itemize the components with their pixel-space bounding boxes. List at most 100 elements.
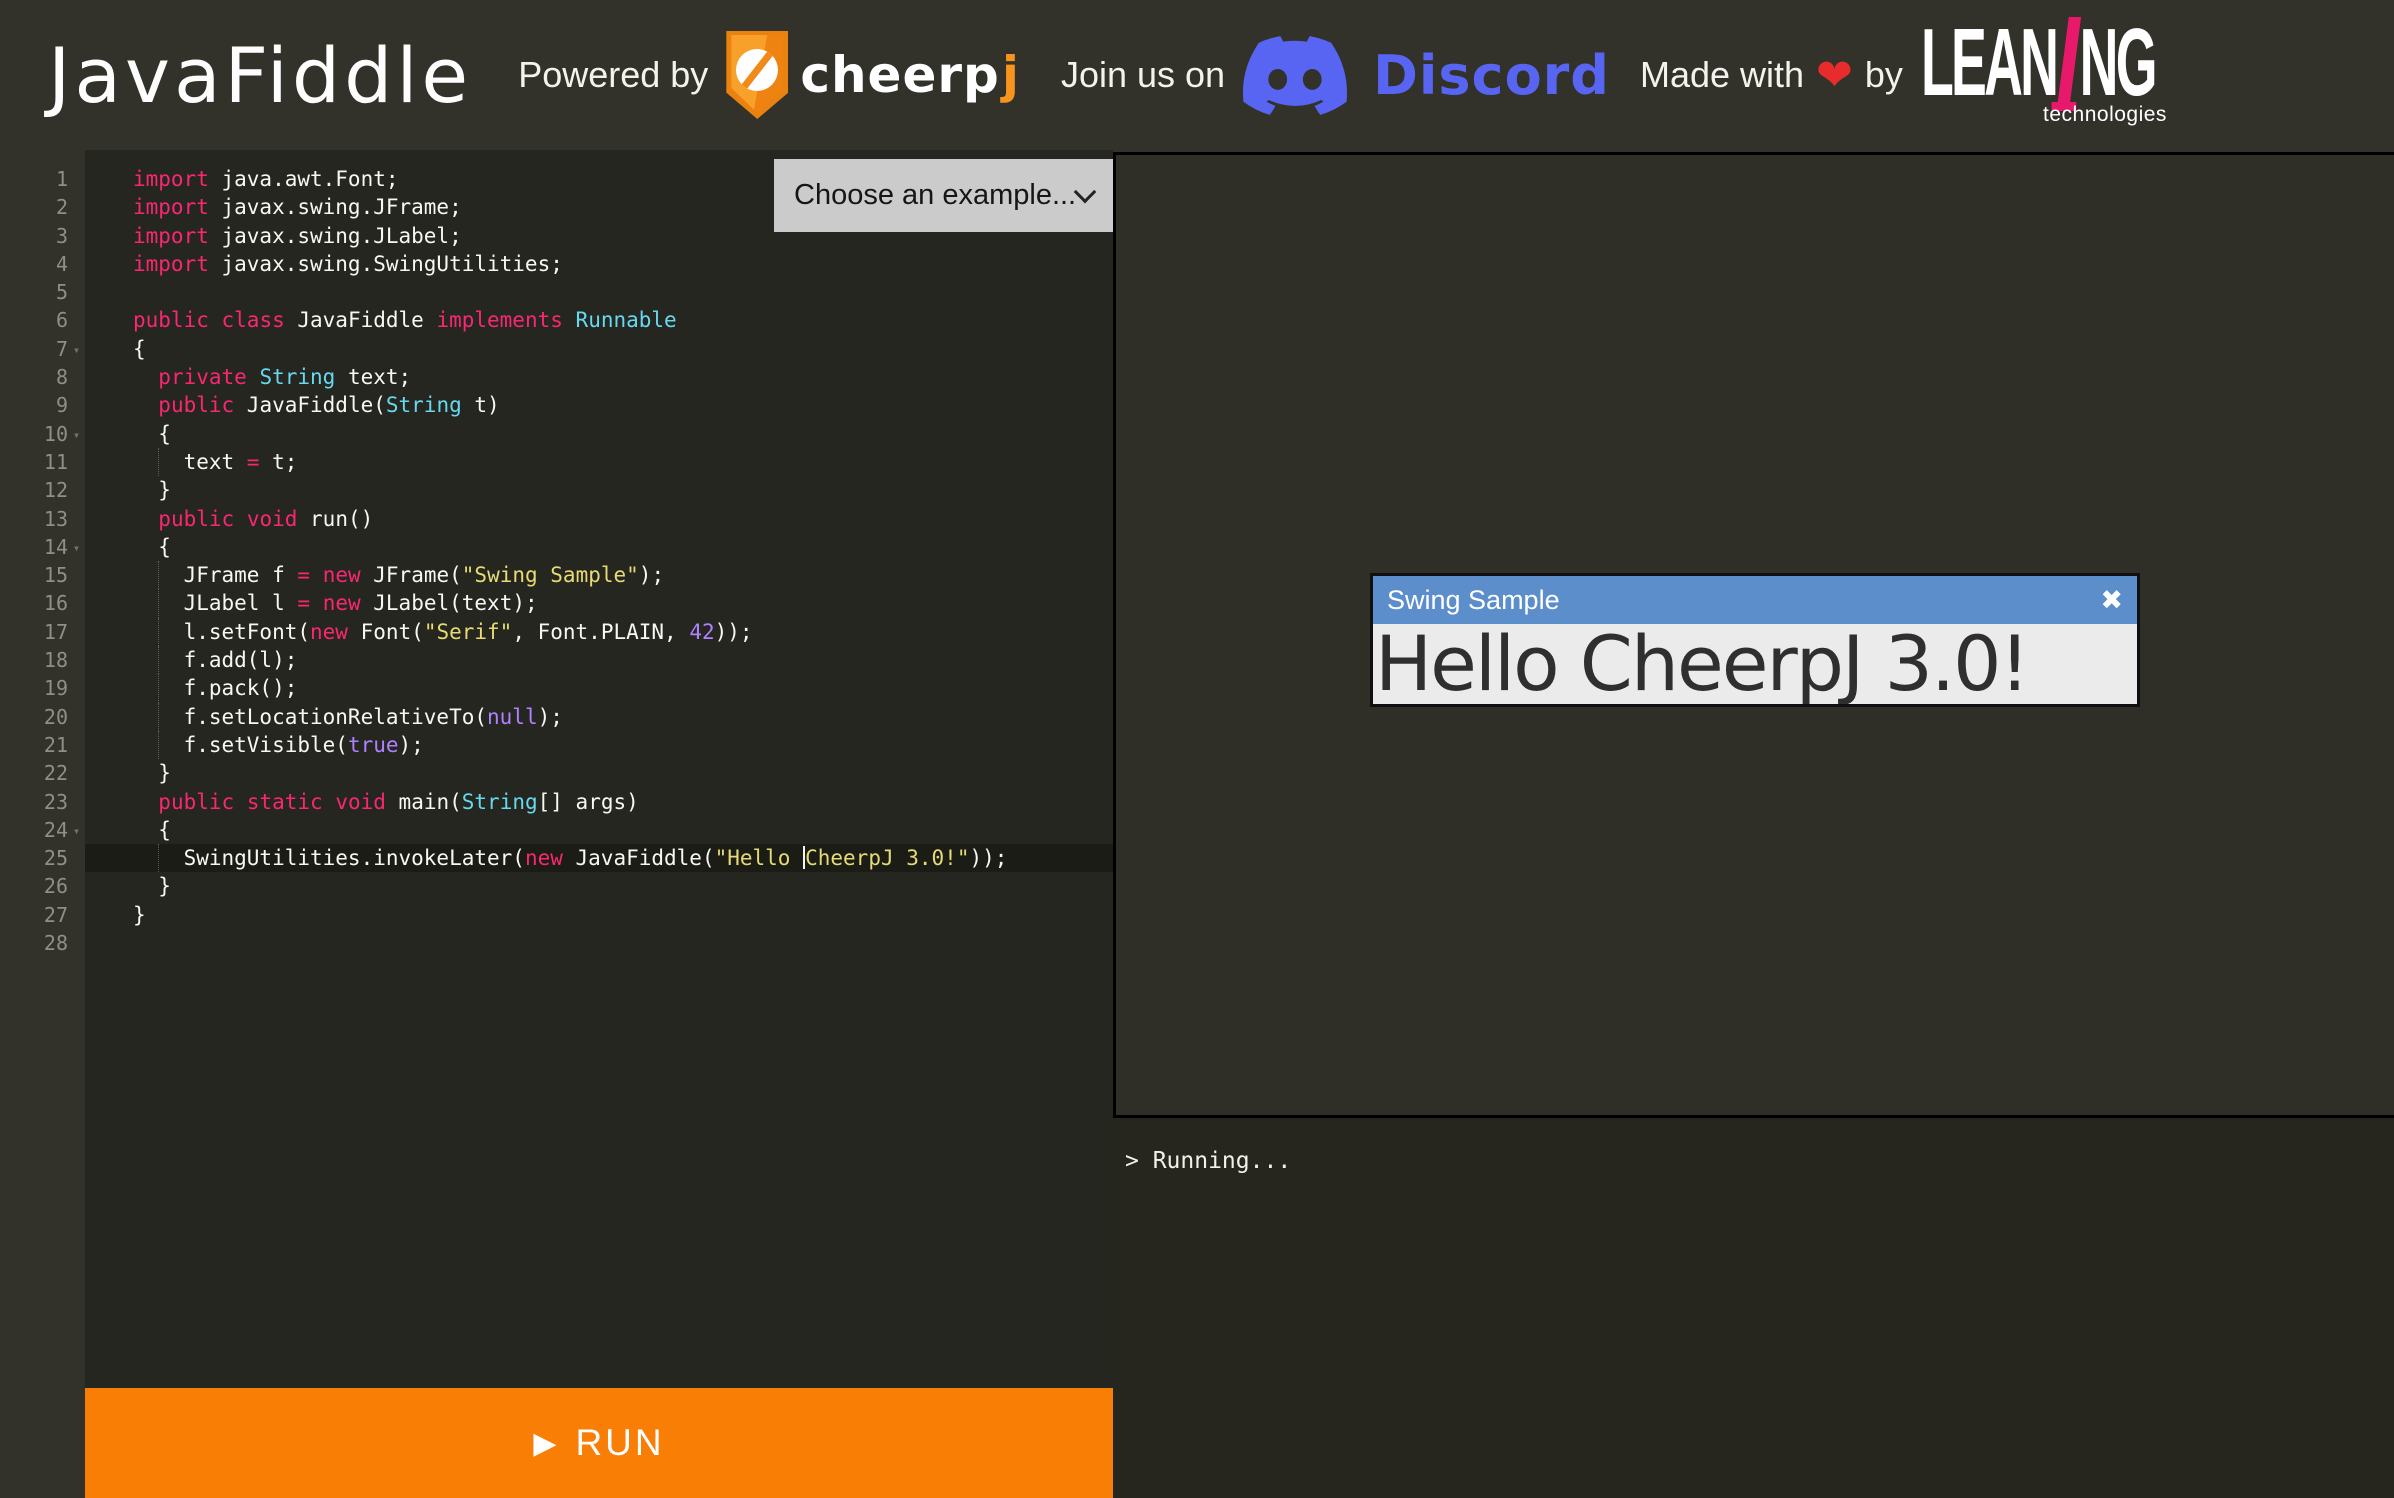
line-number: 8: [0, 363, 68, 391]
leaning-wordmark: LEANNG: [1921, 15, 2155, 111]
line-number: 3: [0, 222, 68, 250]
code-line[interactable]: }: [85, 901, 1113, 929]
leaning-technologies-logo[interactable]: LEANNG technologies: [1921, 27, 2167, 123]
fold-spacer: [68, 165, 85, 193]
fold-arrow-icon[interactable]: ▾: [68, 816, 85, 844]
code-line[interactable]: f.pack();: [85, 674, 1113, 702]
fold-spacer: [68, 193, 85, 221]
line-number: 17: [0, 618, 68, 646]
code-line[interactable]: [85, 278, 1113, 306]
fold-spacer: [68, 872, 85, 900]
run-label: RUN: [575, 1422, 664, 1464]
gutter-row: 6: [0, 306, 85, 334]
code-line[interactable]: f.add(l);: [85, 646, 1113, 674]
code-line[interactable]: JFrame f = new JFrame("Swing Sample");: [85, 561, 1113, 589]
line-number: 12: [0, 476, 68, 504]
run-button[interactable]: ▶ RUN: [85, 1388, 1113, 1498]
code-line[interactable]: }: [85, 872, 1113, 900]
code-line[interactable]: public class JavaFiddle implements Runna…: [85, 306, 1113, 334]
cheerpj-logo[interactable]: cheerp j: [726, 31, 1019, 119]
code-line[interactable]: l.setFont(new Font("Serif", Font.PLAIN, …: [85, 618, 1113, 646]
gutter: 1234567▾8910▾11121314▾151617181920212223…: [0, 150, 85, 1388]
cheerp-wordmark: cheerp: [800, 46, 1000, 104]
line-number: 7: [0, 335, 68, 363]
line-number: 28: [0, 929, 68, 957]
discord-wordmark[interactable]: Discord: [1373, 44, 1610, 107]
discord-icon[interactable]: [1243, 36, 1347, 115]
gutter-row: 27: [0, 901, 85, 929]
swing-window-titlebar[interactable]: Swing Sample ✖: [1373, 576, 2137, 624]
fold-spacer: [68, 561, 85, 589]
gutter-row: 2: [0, 193, 85, 221]
code-line[interactable]: private String text;: [85, 363, 1113, 391]
gutter-row: 14▾: [0, 533, 85, 561]
gutter-row: 3: [0, 222, 85, 250]
swing-window[interactable]: Swing Sample ✖ Hello CheerpJ 3.0!: [1370, 573, 2140, 707]
line-number: 5: [0, 278, 68, 306]
code-line[interactable]: }: [85, 476, 1113, 504]
chevron-down-icon: [1074, 180, 1097, 203]
code-line[interactable]: public void run(): [85, 505, 1113, 533]
line-number: 25: [0, 844, 68, 872]
gutter-row: 15: [0, 561, 85, 589]
line-number: 2: [0, 193, 68, 221]
gutter-row: 9: [0, 391, 85, 419]
code-line[interactable]: {: [85, 533, 1113, 561]
fold-spacer: [68, 759, 85, 787]
fold-arrow-icon[interactable]: ▾: [68, 420, 85, 448]
fold-spacer: [68, 505, 85, 533]
code-line[interactable]: public JavaFiddle(String t): [85, 391, 1113, 419]
gutter-row: 12: [0, 476, 85, 504]
gutter-row: 1: [0, 165, 85, 193]
gutter-row: 5: [0, 278, 85, 306]
code-area[interactable]: import java.awt.Font;import javax.swing.…: [85, 150, 1113, 1388]
line-number: 9: [0, 391, 68, 419]
code-line[interactable]: [85, 929, 1113, 957]
line-number: 11: [0, 448, 68, 476]
code-line[interactable]: SwingUtilities.invokeLater(new JavaFiddl…: [85, 844, 1113, 872]
gutter-row: 16: [0, 589, 85, 617]
coffee-bean-icon: [736, 49, 778, 91]
example-select[interactable]: Choose an example...: [774, 159, 1113, 232]
join-us-label: Join us on: [1061, 54, 1225, 96]
code-line[interactable]: f.setVisible(true);: [85, 731, 1113, 759]
gutter-row: 10▾: [0, 420, 85, 448]
fold-spacer: [68, 674, 85, 702]
gutter-row: 8: [0, 363, 85, 391]
gutter-row: 7▾: [0, 335, 85, 363]
close-icon[interactable]: ✖: [2100, 587, 2123, 614]
code-line[interactable]: text = t;: [85, 448, 1113, 476]
line-number: 14: [0, 533, 68, 561]
gutter-row: 4: [0, 250, 85, 278]
fold-arrow-icon[interactable]: ▾: [68, 335, 85, 363]
line-number: 4: [0, 250, 68, 278]
console-output: > Running...: [1125, 1148, 2394, 1174]
fold-spacer: [68, 646, 85, 674]
code-line[interactable]: {: [85, 816, 1113, 844]
example-select-label: Choose an example...: [794, 179, 1076, 212]
powered-by-label: Powered by: [518, 54, 708, 96]
line-number: 27: [0, 901, 68, 929]
code-line[interactable]: import javax.swing.SwingUtilities;: [85, 250, 1113, 278]
fold-spacer: [68, 363, 85, 391]
gutter-row: 11: [0, 448, 85, 476]
play-icon: ▶: [533, 1426, 559, 1461]
line-number: 16: [0, 589, 68, 617]
code-line[interactable]: public static void main(String[] args): [85, 788, 1113, 816]
code-line[interactable]: JLabel l = new JLabel(text);: [85, 589, 1113, 617]
code-line[interactable]: }: [85, 759, 1113, 787]
gutter-row: 21: [0, 731, 85, 759]
fold-arrow-icon[interactable]: ▾: [68, 533, 85, 561]
gutter-row: 25: [0, 844, 85, 872]
gutter-row: 18: [0, 646, 85, 674]
code-line[interactable]: {: [85, 335, 1113, 363]
fold-spacer: [68, 222, 85, 250]
code-line[interactable]: {: [85, 420, 1113, 448]
code-line[interactable]: f.setLocationRelativeTo(null);: [85, 703, 1113, 731]
made-with-label: Made with: [1640, 54, 1804, 96]
line-number: 13: [0, 505, 68, 533]
line-number: 15: [0, 561, 68, 589]
fold-spacer: [68, 731, 85, 759]
fold-spacer: [68, 618, 85, 646]
fold-spacer: [68, 250, 85, 278]
